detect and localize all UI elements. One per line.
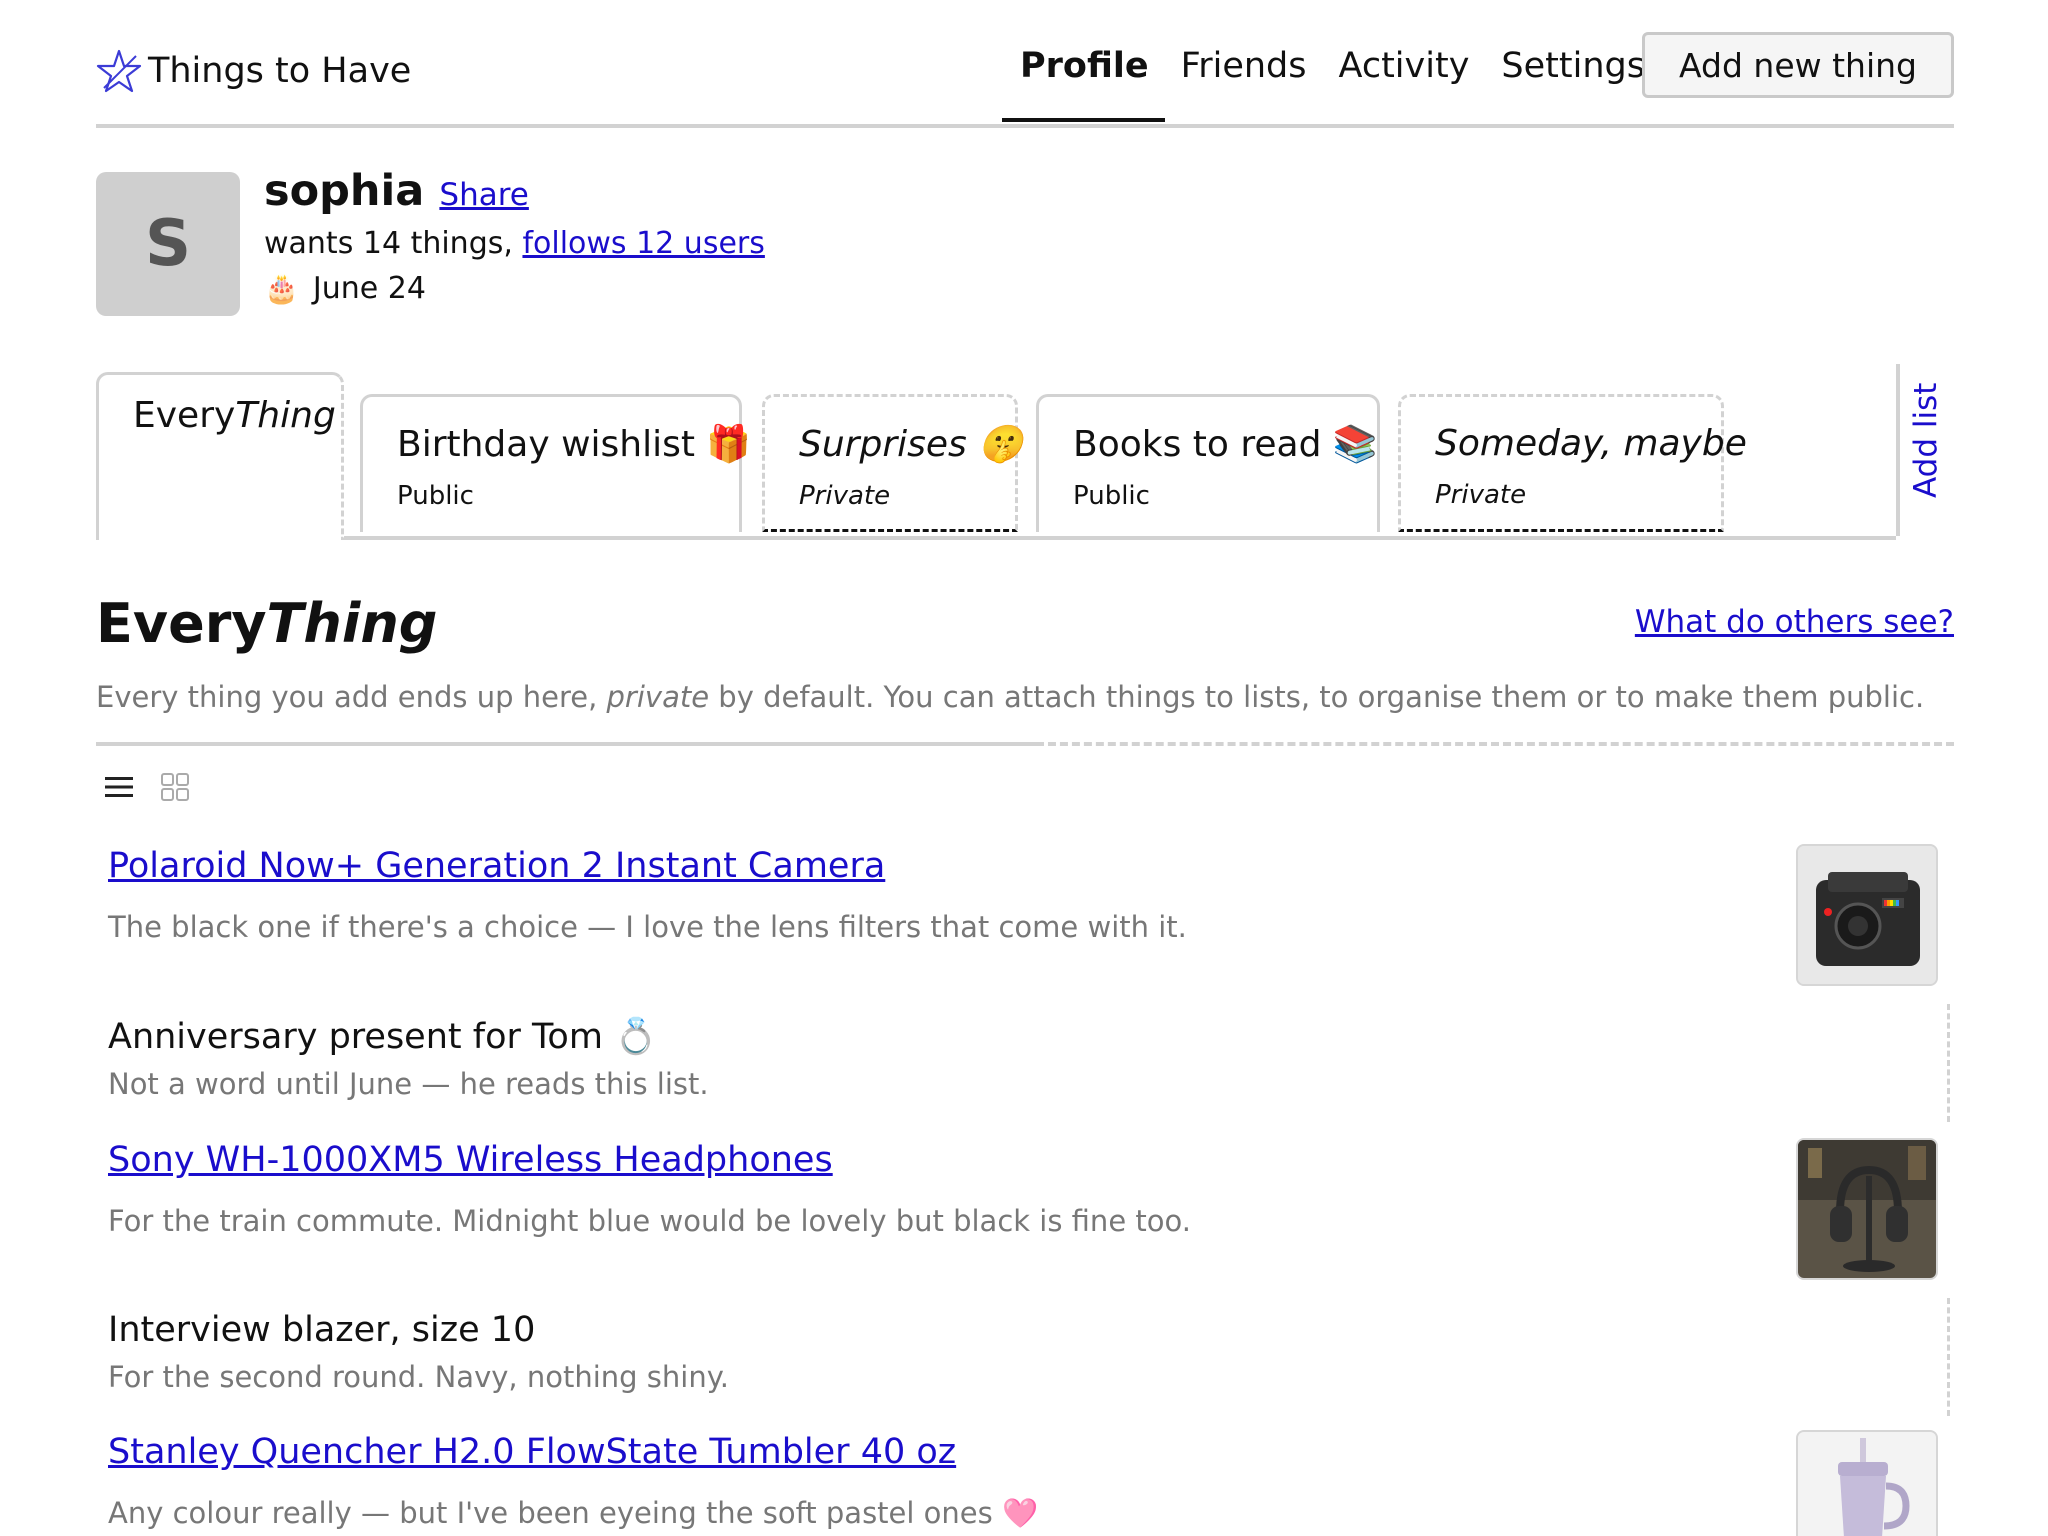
grid-view-icon[interactable] (160, 772, 190, 806)
tab-someday-maybe[interactable]: Someday, maybe Private (1398, 394, 1747, 532)
list-item: Stanley Quencher H2.0 FlowState Tumbler … (108, 1432, 1946, 1531)
tab-visibility: Public (1073, 481, 1150, 511)
list-item: Anniversary present for Tom 💍 Not a word… (108, 1016, 1946, 1101)
tab-birthday-wishlist[interactable]: Birthday wishlist 🎁 Public (360, 394, 752, 532)
tab-title: EveryThing (133, 395, 336, 436)
item-title-link[interactable]: Polaroid Now+ Generation 2 Instant Camer… (108, 846, 885, 886)
top-header: Things to Have Profile Friends Activity … (96, 0, 1954, 128)
tab-everything[interactable]: EveryThing (96, 372, 344, 540)
item-note: Not a word until June — he reads this li… (108, 1067, 709, 1101)
page: Things to Have Profile Friends Activity … (0, 0, 2048, 1536)
tab-visibility: Public (397, 481, 474, 511)
share-link[interactable]: Share (439, 177, 528, 213)
star-icon (96, 49, 142, 93)
nav-activity[interactable]: Activity (1339, 46, 1470, 86)
section-title: EveryThing (96, 592, 438, 655)
nav-profile[interactable]: Profile (1002, 46, 1165, 122)
tab-surprises[interactable]: Surprises 🤫 Private (762, 394, 1024, 532)
tab-title: Surprises 🤫 (799, 424, 1024, 465)
thumbnail-placeholder (1947, 1004, 1950, 1122)
main-nav: Profile Friends Activity Settings (1002, 46, 1677, 122)
nav-friends[interactable]: Friends (1181, 46, 1307, 86)
item-note: Any colour really — but I've been eyeing… (108, 1496, 1039, 1530)
profile-info: sophia Share wants 14 things, follows 12… (264, 166, 765, 306)
item-title: Interview blazer, size 10 (108, 1310, 536, 1350)
list-tabs: EveryThing Birthday wishlist 🎁 Public Su… (96, 364, 1896, 540)
birthday: 🎂 June 24 (264, 271, 765, 306)
add-list-label[interactable]: Add list (1908, 383, 1944, 498)
item-note: For the second round. Navy, nothing shin… (108, 1360, 729, 1394)
profile-name: sophia (264, 166, 425, 216)
list-item: Interview blazer, size 10 For the second… (108, 1310, 1946, 1394)
birthday-date: June 24 (312, 271, 426, 306)
add-new-thing-button[interactable]: Add new thing (1642, 32, 1954, 98)
profile-stats: wants 14 things, follows 12 users (264, 226, 765, 261)
avatar: S (96, 172, 240, 316)
logo[interactable]: Things to Have (96, 48, 411, 94)
add-list[interactable]: Add list (1896, 364, 1958, 536)
item-title: Anniversary present for Tom 💍 (108, 1017, 658, 1057)
tab-title: Birthday wishlist 🎁 (397, 424, 752, 465)
headphones-thumbnail[interactable] (1796, 1138, 1938, 1280)
camera-thumbnail[interactable] (1796, 844, 1938, 986)
tab-books-to-read[interactable]: Books to read 📚 Public (1036, 394, 1380, 532)
nav-settings[interactable]: Settings (1501, 46, 1645, 86)
list-view-icon[interactable] (104, 774, 134, 804)
view-toggle (104, 772, 216, 806)
tab-visibility: Private (1435, 480, 1527, 510)
cake-icon: 🎂 (264, 272, 299, 305)
list-item: Sony WH-1000XM5 Wireless Headphones For … (108, 1140, 1946, 1238)
item-title-link[interactable]: Sony WH-1000XM5 Wireless Headphones (108, 1140, 833, 1180)
wants-count: wants 14 things, (264, 226, 513, 261)
tumbler-thumbnail[interactable] (1796, 1430, 1938, 1536)
item-note: For the train commute. Midnight blue wou… (108, 1204, 1191, 1238)
section-description: Every thing you add ends up here, privat… (96, 680, 1925, 714)
tab-title: Someday, maybe (1435, 423, 1747, 464)
what-do-others-see-link[interactable]: What do others see? (1635, 604, 1954, 640)
item-title-link[interactable]: Stanley Quencher H2.0 FlowState Tumbler … (108, 1432, 956, 1472)
thumbnail-placeholder (1947, 1298, 1950, 1416)
item-note: The black one if there's a choice — I lo… (108, 910, 1187, 944)
logo-text: Things to Have (148, 51, 412, 91)
list-item: Polaroid Now+ Generation 2 Instant Camer… (108, 846, 1946, 944)
tab-title: Books to read 📚 (1073, 424, 1378, 465)
tab-visibility: Private (799, 481, 891, 511)
follows-link[interactable]: follows 12 users (522, 226, 764, 261)
